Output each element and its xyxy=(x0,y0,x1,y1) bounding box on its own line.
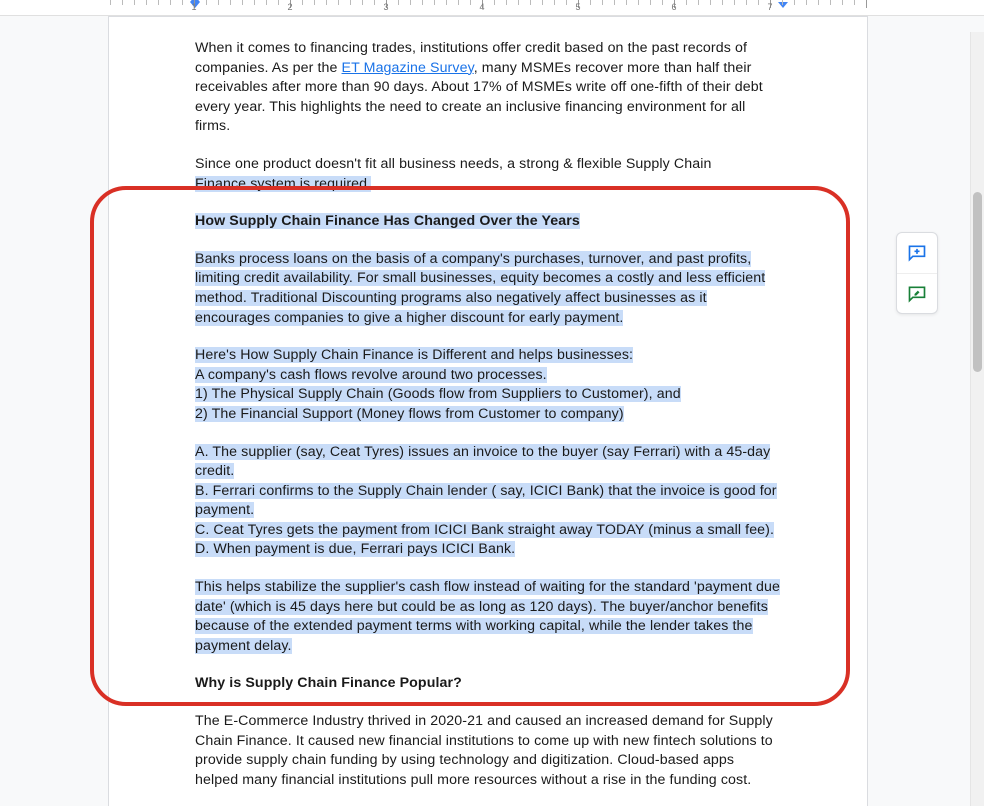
add-comment-button[interactable] xyxy=(897,233,937,273)
ruler-number: 2 xyxy=(287,2,292,12)
body-text: Since one product doesn't fit all busine… xyxy=(195,156,711,172)
selected-text: Finance system is required. xyxy=(195,176,371,192)
paragraph[interactable]: Banks process loans on the basis of a co… xyxy=(195,250,781,328)
ruler-number: 7 xyxy=(767,2,772,12)
paragraph[interactable]: A. The supplier (say, Ceat Tyres) issues… xyxy=(195,443,781,561)
selected-text: How Supply Chain Finance Has Changed Ove… xyxy=(195,213,580,229)
et-magazine-link[interactable]: ET Magazine Survey xyxy=(342,60,474,76)
suggest-edits-button[interactable] xyxy=(897,273,937,313)
ruler-number: 4 xyxy=(479,2,484,12)
selected-text: A company's cash flows revolve around tw… xyxy=(195,367,547,383)
document-page[interactable]: When it comes to financing trades, insti… xyxy=(108,16,868,806)
paragraph[interactable]: Since one product doesn't fit all busine… xyxy=(195,155,781,194)
ruler-number: 3 xyxy=(383,2,388,12)
ruler-number: 1 xyxy=(191,2,196,12)
selected-text: This helps stabilize the supplier's cash… xyxy=(195,579,780,654)
scrollbar-thumb[interactable] xyxy=(973,192,982,372)
horizontal-ruler: 1 2 3 4 5 6 7 xyxy=(0,0,984,16)
selected-text: D. When payment is due, Ferrari pays ICI… xyxy=(195,541,515,557)
ruler-number: 5 xyxy=(575,2,580,12)
selected-text: A. The supplier (say, Ceat Tyres) issues… xyxy=(195,444,770,480)
paragraph[interactable]: Here's How Supply Chain Finance is Diffe… xyxy=(195,346,781,424)
floating-toolbar xyxy=(896,232,938,314)
selected-text: Banks process loans on the basis of a co… xyxy=(195,251,765,326)
add-comment-icon xyxy=(907,243,927,263)
selected-text: Here's How Supply Chain Finance is Diffe… xyxy=(195,347,633,363)
paragraph[interactable]: When it comes to financing trades, insti… xyxy=(195,39,781,137)
document-workspace: When it comes to financing trades, insti… xyxy=(0,16,984,806)
suggest-edits-icon xyxy=(907,284,927,304)
heading[interactable]: Why is Supply Chain Finance Popular? xyxy=(195,674,781,694)
paragraph[interactable]: The E-Commerce Industry thrived in 2020-… xyxy=(195,712,781,790)
right-indent-marker[interactable] xyxy=(778,2,788,8)
vertical-scrollbar[interactable] xyxy=(970,32,984,806)
selected-text: B. Ferrari confirms to the Supply Chain … xyxy=(195,483,777,519)
ruler-number: 6 xyxy=(671,2,676,12)
selected-text: 1) The Physical Supply Chain (Goods flow… xyxy=(195,386,681,402)
paragraph[interactable]: This helps stabilize the supplier's cash… xyxy=(195,578,781,656)
selected-text: 2) The Financial Support (Money flows fr… xyxy=(195,406,624,422)
selected-text: C. Ceat Tyres gets the payment from ICIC… xyxy=(195,522,774,538)
heading[interactable]: How Supply Chain Finance Has Changed Ove… xyxy=(195,212,781,232)
